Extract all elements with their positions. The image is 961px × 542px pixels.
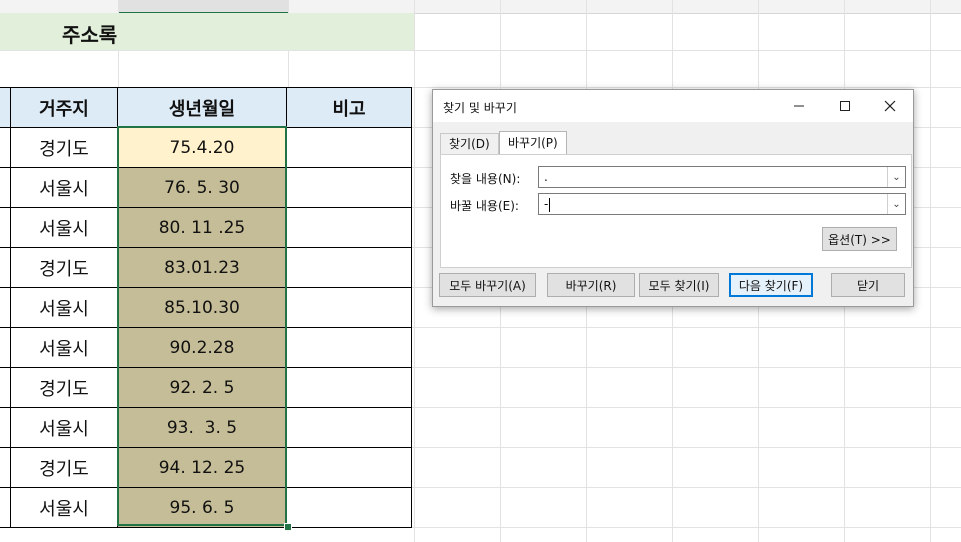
region-cell[interactable]: 서울시 bbox=[10, 287, 118, 328]
cell[interactable] bbox=[0, 367, 11, 408]
region-cell[interactable]: 서울시 bbox=[10, 167, 118, 208]
table-row: 서울시 93. 3. 5 bbox=[0, 407, 412, 448]
cell[interactable] bbox=[0, 407, 11, 448]
find-value: . bbox=[544, 170, 548, 184]
cell[interactable] bbox=[0, 287, 11, 328]
selected-column-header[interactable] bbox=[118, 0, 288, 14]
region-cell[interactable]: 서울시 bbox=[10, 207, 118, 248]
replace-button[interactable]: 바꾸기(R) bbox=[547, 273, 635, 297]
cell[interactable] bbox=[0, 207, 11, 248]
birthdate-cell[interactable]: 90.2.28 bbox=[117, 327, 287, 368]
gridline bbox=[414, 0, 415, 542]
table-row: 서울시 76. 5. 30 bbox=[0, 167, 412, 208]
birthdate-cell[interactable]: 95. 6. 5 bbox=[117, 487, 287, 528]
text-caret bbox=[549, 197, 551, 212]
region-cell[interactable]: 서울시 bbox=[10, 487, 118, 528]
note-cell[interactable] bbox=[286, 407, 412, 448]
note-cell[interactable] bbox=[286, 247, 412, 288]
close-icon[interactable] bbox=[867, 90, 913, 122]
birthdate-cell-active[interactable]: 75.4.20 bbox=[117, 127, 287, 168]
chevron-down-icon[interactable]: ⌄ bbox=[887, 167, 905, 187]
birthdate-cell[interactable]: 85.10.30 bbox=[117, 287, 287, 328]
replace-panel: 찾을 내용(N): . ⌄ 바꿀 내용(E): - ⌄ 옵션(T) >> bbox=[440, 154, 912, 268]
region-cell[interactable]: 서울시 bbox=[10, 327, 118, 368]
note-cell[interactable] bbox=[286, 447, 412, 488]
birthdate-cell[interactable]: 83.01.23 bbox=[117, 247, 287, 288]
birthdate-cell[interactable]: 94. 12. 25 bbox=[117, 447, 287, 488]
cell[interactable] bbox=[0, 327, 11, 368]
note-cell[interactable] bbox=[286, 167, 412, 208]
table-row: 서울시 95. 6. 5 bbox=[0, 487, 412, 528]
table-row: 서울시 80. 11 .25 bbox=[0, 207, 412, 248]
minimize-icon[interactable] bbox=[776, 90, 822, 122]
note-cell[interactable] bbox=[286, 367, 412, 408]
tab-find[interactable]: 찾기(D) bbox=[440, 133, 499, 154]
birthdate-cell[interactable]: 80. 11 .25 bbox=[117, 207, 287, 248]
gridline bbox=[930, 0, 931, 542]
table-row: 경기도 75.4.20 bbox=[0, 127, 412, 168]
replace-value: - bbox=[544, 197, 551, 212]
address-table: 거주지 생년월일 비고 경기도 75.4.20 서울시 76. 5. 30 서울… bbox=[0, 87, 412, 528]
fill-handle[interactable] bbox=[284, 523, 292, 531]
table-header-row: 거주지 생년월일 비고 bbox=[0, 87, 412, 128]
tab-replace[interactable]: 바꾸기(P) bbox=[499, 131, 567, 156]
replace-input[interactable]: - ⌄ bbox=[538, 193, 906, 215]
dialog-title: 찾기 및 바꾸기 bbox=[443, 101, 517, 115]
table-row: 경기도 94. 12. 25 bbox=[0, 447, 412, 488]
note-cell[interactable] bbox=[286, 327, 412, 368]
cell[interactable] bbox=[0, 447, 11, 488]
replace-all-button[interactable]: 모두 바꾸기(A) bbox=[439, 273, 536, 297]
table-row: 경기도 83.01.23 bbox=[0, 247, 412, 288]
cell[interactable] bbox=[0, 87, 11, 128]
options-button[interactable]: 옵션(T) >> bbox=[822, 227, 897, 251]
find-replace-dialog: 찾기 및 바꾸기 찾기(D) 바꾸기(P) 찾을 내용(N): . ⌄ 바꿀 내… bbox=[432, 89, 914, 307]
replace-label: 바꿀 내용(E): bbox=[450, 199, 519, 213]
region-cell[interactable]: 경기도 bbox=[10, 367, 118, 408]
region-cell[interactable]: 경기도 bbox=[10, 127, 118, 168]
table-row: 서울시 85.10.30 bbox=[0, 287, 412, 328]
chevron-down-icon[interactable]: ⌄ bbox=[887, 194, 905, 214]
birthdate-cell[interactable]: 76. 5. 30 bbox=[117, 167, 287, 208]
table-row: 경기도 92. 2. 5 bbox=[0, 367, 412, 408]
birthdate-cell[interactable]: 92. 2. 5 bbox=[117, 367, 287, 408]
sheet-title: 주소록 bbox=[62, 23, 118, 47]
note-cell[interactable] bbox=[286, 207, 412, 248]
cell[interactable] bbox=[0, 247, 11, 288]
find-next-button[interactable]: 다음 찾기(F) bbox=[729, 273, 813, 297]
find-input[interactable]: . ⌄ bbox=[538, 166, 906, 188]
header-birthdate[interactable]: 생년월일 bbox=[117, 87, 287, 128]
maximize-icon[interactable] bbox=[822, 90, 868, 122]
note-cell[interactable] bbox=[286, 487, 412, 528]
region-cell[interactable]: 경기도 bbox=[10, 247, 118, 288]
region-cell[interactable]: 서울시 bbox=[10, 407, 118, 448]
column-header-strip[interactable] bbox=[0, 0, 961, 14]
gridline bbox=[0, 50, 961, 51]
find-all-button[interactable]: 모두 찾기(I) bbox=[639, 273, 719, 297]
close-button[interactable]: 닫기 bbox=[831, 273, 905, 297]
cell[interactable] bbox=[0, 167, 11, 208]
birthdate-cell[interactable]: 93. 3. 5 bbox=[117, 407, 287, 448]
cell[interactable] bbox=[0, 127, 11, 168]
cell[interactable] bbox=[0, 487, 11, 528]
note-cell[interactable] bbox=[286, 127, 412, 168]
header-region[interactable]: 거주지 bbox=[10, 87, 118, 128]
find-label: 찾을 내용(N): bbox=[450, 172, 521, 186]
table-row: 서울시 90.2.28 bbox=[0, 327, 412, 368]
header-note[interactable]: 비고 bbox=[286, 87, 412, 128]
note-cell[interactable] bbox=[286, 287, 412, 328]
dialog-titlebar[interactable]: 찾기 및 바꾸기 bbox=[433, 90, 913, 122]
region-cell[interactable]: 경기도 bbox=[10, 447, 118, 488]
